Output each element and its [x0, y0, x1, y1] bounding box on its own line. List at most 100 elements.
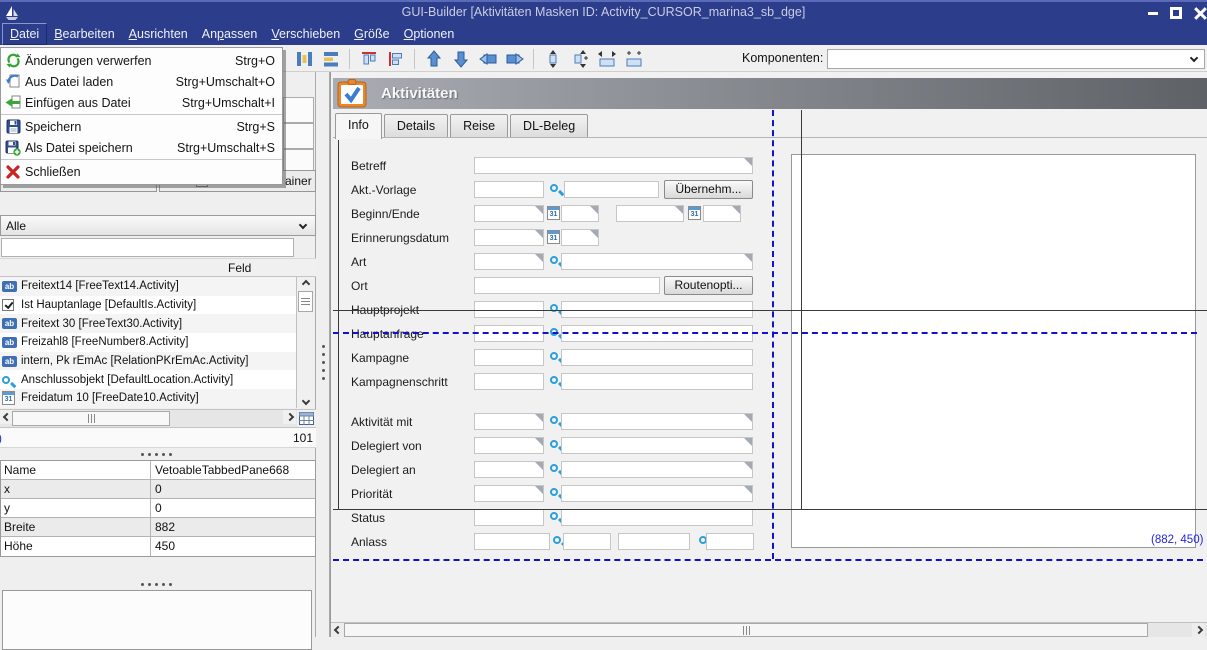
scroll-down-button[interactable] [297, 394, 314, 407]
menu-ausrichten[interactable]: Ausrichten [122, 24, 195, 44]
move-up-icon[interactable] [422, 47, 445, 70]
ende-time-input[interactable] [703, 205, 741, 222]
lookup-search-icon[interactable] [553, 536, 561, 544]
delegiert-an-text-input[interactable] [561, 461, 753, 478]
prioritaet-code-input[interactable] [474, 485, 544, 502]
lookup-search-icon[interactable] [550, 512, 558, 520]
lookup-search-icon[interactable] [550, 256, 558, 264]
filter-combobox[interactable]: Alle [0, 215, 316, 236]
anlass-code-input[interactable] [474, 533, 550, 550]
erinnerung-date-input[interactable] [474, 229, 544, 246]
splitter-handle[interactable] [141, 453, 144, 456]
kampagnenschritt-text-input[interactable] [561, 373, 753, 390]
uebernehmen-button[interactable]: Übernehm... [664, 180, 753, 199]
list-item[interactable]: Freizahl8 [FreeNumber8.Activity] [0, 333, 296, 352]
menu-item-aus-datei-laden[interactable]: Aus Datei laden Strg+Umschalt+O [1, 71, 282, 92]
resize-height-step-icon[interactable] [568, 47, 591, 70]
menu-bearbeiten[interactable]: Bearbeiten [47, 24, 121, 44]
align-left-icon[interactable] [384, 47, 407, 70]
scroll-right-button[interactable] [283, 410, 296, 424]
list-horizontal-scrollbar[interactable] [0, 409, 316, 428]
kampagne-code-input[interactable] [474, 349, 544, 366]
list-item[interactable]: Freidatum 10 [FreeDate10.Activity] [0, 389, 296, 408]
horizontal-scroll-thumb[interactable] [12, 411, 170, 426]
align-top-icon[interactable] [357, 47, 380, 70]
maximize-button[interactable] [1168, 5, 1184, 21]
tab-info[interactable]: Info [335, 113, 382, 139]
designer-horizontal-scrollbar[interactable] [331, 622, 1207, 637]
calendar-icon[interactable] [688, 206, 701, 220]
panel-splitter[interactable] [317, 72, 330, 637]
menu-verschieben[interactable]: Verschieben [264, 24, 347, 44]
list-item[interactable]: Anschlussobjekt [DefaultLocation.Activit… [0, 370, 296, 389]
list-item[interactable]: intern, Pk rEmAc [RelationPKrEmAc.Activi… [0, 352, 296, 371]
grid-view-button[interactable] [297, 410, 316, 427]
align-rows-icon[interactable] [319, 47, 342, 70]
status-code-input[interactable] [474, 509, 544, 526]
lookup-search-icon[interactable] [550, 416, 558, 424]
list-vertical-scrollbar[interactable] [296, 277, 314, 408]
delegiert-von-code-input[interactable] [474, 437, 544, 454]
menu-anpassen[interactable]: Anpassen [195, 24, 265, 44]
move-down-icon[interactable] [449, 47, 472, 70]
calendar-icon[interactable] [547, 206, 560, 220]
status-text-input[interactable] [561, 509, 753, 526]
close-button[interactable] [1192, 5, 1207, 21]
art-code-input[interactable] [474, 253, 544, 270]
menu-groesse[interactable]: Größe [347, 24, 396, 44]
betreff-input[interactable] [474, 157, 753, 174]
prioritaet-text-input[interactable] [561, 485, 753, 502]
menu-item-einfuegen-aus-datei[interactable]: Einfügen aus Datei Strg+Umschalt+I [1, 92, 282, 113]
splitter-handle[interactable] [141, 583, 144, 586]
lookup-search-icon[interactable] [550, 488, 558, 496]
ort-input[interactable] [474, 277, 660, 294]
aktivitaet-mit-text-input[interactable] [561, 413, 753, 430]
menu-item-aenderungen-verwerfen[interactable]: Änderungen verwerfen Strg+O [1, 50, 282, 71]
kampagne-text-input[interactable] [561, 349, 753, 366]
anlass2-text-input[interactable] [706, 533, 754, 550]
tab-dl-beleg[interactable]: DL-Beleg [510, 114, 588, 138]
scroll-right-button[interactable] [1192, 623, 1205, 637]
akt-vorlage-code-input[interactable] [474, 181, 544, 198]
routenoptionen-button[interactable]: Routenopti... [664, 276, 753, 295]
resize-width-icon[interactable] [595, 47, 618, 70]
minimize-button[interactable] [1145, 5, 1161, 21]
lookup-search-icon[interactable] [550, 184, 558, 192]
resize-height-icon[interactable] [541, 47, 564, 70]
scroll-up-button[interactable] [297, 277, 314, 290]
lookup-search-icon[interactable] [550, 376, 558, 384]
list-item[interactable]: Ist Hauptanlage [DefaultIs.Activity] [0, 296, 296, 315]
delegiert-von-text-input[interactable] [561, 437, 753, 454]
calendar-icon[interactable] [547, 230, 560, 244]
aktivitaet-mit-code-input[interactable] [474, 413, 544, 430]
komponenten-combobox[interactable] [827, 49, 1205, 69]
ende-date-input[interactable] [616, 205, 684, 222]
vertical-scroll-thumb[interactable] [298, 291, 313, 312]
tab-reise[interactable]: Reise [450, 114, 508, 138]
anlass2-code-input[interactable] [618, 533, 690, 550]
designer-area[interactable]: Aktivitäten Info Details Reise DL-Beleg … [330, 72, 1207, 637]
resize-width-step-icon[interactable] [622, 47, 645, 70]
menu-item-als-datei-speichern[interactable]: Als Datei speichern Strg+Umschalt+S [1, 137, 282, 158]
menu-datei[interactable]: Datei [2, 23, 47, 45]
horizontal-scroll-thumb[interactable] [344, 623, 1148, 637]
align-columns-icon[interactable] [292, 47, 315, 70]
delegiert-an-code-input[interactable] [474, 461, 544, 478]
menu-item-speichern[interactable]: Speichern Strg+S [1, 116, 282, 137]
move-right-icon[interactable] [503, 47, 526, 70]
list-item[interactable]: Freitext14 [FreeText14.Activity] [0, 277, 296, 296]
move-left-icon[interactable] [476, 47, 499, 70]
erinnerung-time-input[interactable] [561, 229, 599, 246]
menu-item-schliessen[interactable]: Schließen [1, 161, 282, 182]
beginn-time-input[interactable] [561, 205, 599, 222]
akt-vorlage-text-input[interactable] [564, 181, 659, 198]
tab-details[interactable]: Details [384, 114, 448, 138]
list-item[interactable]: Freitext 30 [FreeText30.Activity] [0, 314, 296, 333]
scroll-left-button[interactable] [331, 623, 344, 637]
anlass-text-input[interactable] [563, 533, 611, 550]
lookup-search-icon[interactable] [550, 352, 558, 360]
kampagnenschritt-code-input[interactable] [474, 373, 544, 390]
field-search-input[interactable] [1, 238, 294, 257]
art-text-input[interactable] [561, 253, 753, 270]
lookup-search-icon[interactable] [550, 464, 558, 472]
